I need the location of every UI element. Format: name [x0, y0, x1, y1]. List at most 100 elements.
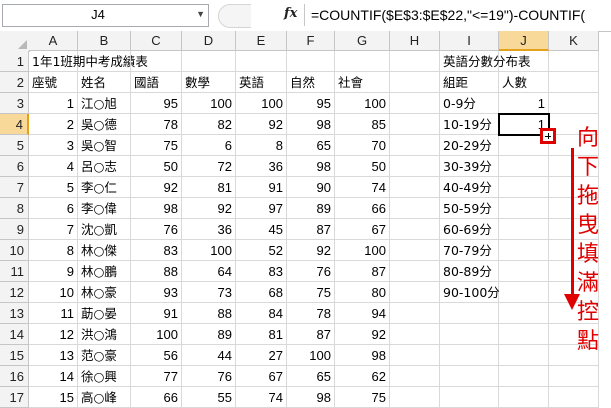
cell-d11[interactable]: 64 [182, 261, 236, 282]
cell-c13[interactable]: 91 [131, 303, 182, 324]
column-header-i[interactable]: I [440, 31, 499, 51]
cell-a15[interactable]: 13 [29, 345, 78, 366]
cell-e12[interactable]: 68 [236, 282, 287, 303]
column-header-e[interactable]: E [236, 31, 287, 51]
column-header-c[interactable]: C [131, 31, 182, 51]
cell-f13[interactable]: 78 [287, 303, 335, 324]
row-header-4[interactable]: 4 [0, 114, 29, 135]
cell-j16[interactable] [499, 366, 549, 387]
row-header-16[interactable]: 16 [0, 366, 29, 387]
cell-h2[interactable] [390, 72, 440, 93]
cell-j9[interactable] [499, 219, 549, 240]
cell-c7[interactable]: 92 [131, 177, 182, 198]
cell-g14[interactable]: 92 [335, 324, 390, 345]
formula-bar-splitter-icon[interactable] [218, 4, 251, 28]
row-header-8[interactable]: 8 [0, 198, 29, 219]
cell-f7[interactable]: 90 [287, 177, 335, 198]
cell-f16[interactable]: 65 [287, 366, 335, 387]
formula-input[interactable]: =COUNTIF($E$3:$E$22,"<=19")-COUNTIF( [304, 4, 611, 26]
cell-d12[interactable]: 73 [182, 282, 236, 303]
cell-a3[interactable]: 1 [29, 93, 78, 114]
cell-k16[interactable] [549, 366, 599, 387]
cell-a8[interactable]: 6 [29, 198, 78, 219]
cell-i10[interactable]: 70-79分 [440, 240, 499, 261]
cell-d2[interactable]: 數學 [182, 72, 236, 93]
cell-e3[interactable]: 100 [236, 93, 287, 114]
row-header-7[interactable]: 7 [0, 177, 29, 198]
cell-c1[interactable] [131, 51, 182, 72]
cell-i17[interactable] [440, 387, 499, 408]
cell-d13[interactable]: 88 [182, 303, 236, 324]
cell-a12[interactable]: 10 [29, 282, 78, 303]
cell-f9[interactable]: 87 [287, 219, 335, 240]
cell-c16[interactable]: 77 [131, 366, 182, 387]
cell-d9[interactable]: 36 [182, 219, 236, 240]
cell-a17[interactable]: 15 [29, 387, 78, 408]
cell-g16[interactable]: 62 [335, 366, 390, 387]
cell-g4[interactable]: 85 [335, 114, 390, 135]
cell-h1[interactable] [390, 51, 440, 72]
cell-a14[interactable]: 12 [29, 324, 78, 345]
chevron-down-icon[interactable]: ▼ [196, 9, 205, 19]
cell-b1[interactable] [78, 51, 131, 72]
cell-h9[interactable] [390, 219, 440, 240]
cell-j8[interactable] [499, 198, 549, 219]
cell-b8[interactable]: 李○偉 [78, 198, 131, 219]
cell-j15[interactable] [499, 345, 549, 366]
cell-d6[interactable]: 72 [182, 156, 236, 177]
cell-e16[interactable]: 67 [236, 366, 287, 387]
cell-e17[interactable]: 74 [236, 387, 287, 408]
cell-d3[interactable]: 100 [182, 93, 236, 114]
cell-f14[interactable]: 87 [287, 324, 335, 345]
cell-e13[interactable]: 84 [236, 303, 287, 324]
cell-g2[interactable]: 社會 [335, 72, 390, 93]
cell-d8[interactable]: 92 [182, 198, 236, 219]
cell-a5[interactable]: 3 [29, 135, 78, 156]
cell-h8[interactable] [390, 198, 440, 219]
insert-function-button[interactable]: fx [284, 6, 297, 21]
cell-i11[interactable]: 80-89分 [440, 261, 499, 282]
cell-g9[interactable]: 67 [335, 219, 390, 240]
cell-j14[interactable] [499, 324, 549, 345]
cell-f15[interactable]: 100 [287, 345, 335, 366]
cell-i13[interactable] [440, 303, 499, 324]
cell-a1[interactable]: 1年1班期中考成績表 [29, 51, 148, 72]
cell-f17[interactable]: 98 [287, 387, 335, 408]
cell-a16[interactable]: 14 [29, 366, 78, 387]
row-header-11[interactable]: 11 [0, 261, 29, 282]
cell-g15[interactable]: 98 [335, 345, 390, 366]
cell-i14[interactable] [440, 324, 499, 345]
cell-h4[interactable] [390, 114, 440, 135]
cell-j12[interactable] [499, 282, 549, 303]
row-header-14[interactable]: 14 [0, 324, 29, 345]
cell-b10[interactable]: 林○傑 [78, 240, 131, 261]
cell-i2[interactable]: 組距 [440, 72, 499, 93]
cell-i6[interactable]: 30-39分 [440, 156, 499, 177]
cell-e10[interactable]: 52 [236, 240, 287, 261]
column-header-h[interactable]: H [390, 31, 440, 51]
cell-g5[interactable]: 70 [335, 135, 390, 156]
cell-a7[interactable]: 5 [29, 177, 78, 198]
cell-a11[interactable]: 9 [29, 261, 78, 282]
cell-e9[interactable]: 45 [236, 219, 287, 240]
cell-k3[interactable] [549, 93, 599, 114]
cell-b7[interactable]: 李○仁 [78, 177, 131, 198]
cell-i3[interactable]: 0-9分 [440, 93, 499, 114]
cell-d17[interactable]: 55 [182, 387, 236, 408]
row-header-12[interactable]: 12 [0, 282, 29, 303]
cell-f10[interactable]: 92 [287, 240, 335, 261]
column-header-k[interactable]: K [549, 31, 599, 51]
cell-g17[interactable]: 75 [335, 387, 390, 408]
cell-c9[interactable]: 76 [131, 219, 182, 240]
cell-g3[interactable]: 100 [335, 93, 390, 114]
cell-b15[interactable]: 范○豪 [78, 345, 131, 366]
cell-f4[interactable]: 98 [287, 114, 335, 135]
cell-j17[interactable] [499, 387, 549, 408]
cell-b9[interactable]: 沈○凱 [78, 219, 131, 240]
cell-d16[interactable]: 76 [182, 366, 236, 387]
cell-e8[interactable]: 97 [236, 198, 287, 219]
cell-c2[interactable]: 國語 [131, 72, 182, 93]
cell-g6[interactable]: 50 [335, 156, 390, 177]
cell-e2[interactable]: 英語 [236, 72, 287, 93]
cell-g7[interactable]: 74 [335, 177, 390, 198]
